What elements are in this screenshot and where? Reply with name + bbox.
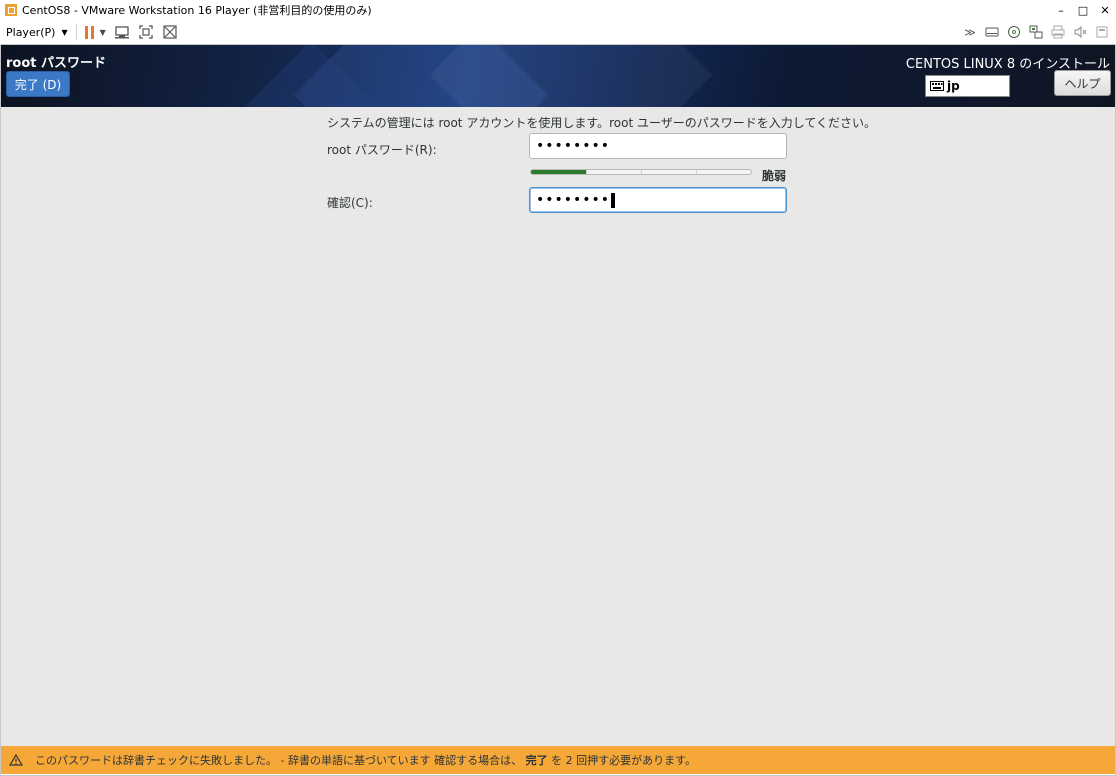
vmware-app-icon <box>5 4 17 16</box>
header-decoration <box>429 45 713 107</box>
text-cursor <box>611 192 616 208</box>
toolbar-divider <box>75 24 77 40</box>
spoke-content: システムの管理には root アカウントを使用します。root ユーザーのパスワ… <box>1 107 1115 746</box>
minimize-button[interactable]: – <box>1050 0 1072 20</box>
root-password-input[interactable]: •••••••• <box>529 133 787 159</box>
window-title: CentOS8 - VMware Workstation 16 Player (… <box>22 4 372 17</box>
maximize-button[interactable]: □ <box>1072 0 1094 20</box>
pause-button[interactable]: ▼ <box>84 25 106 39</box>
network-icon[interactable] <box>1028 24 1044 40</box>
chevron-down-icon: ▼ <box>61 27 68 37</box>
help-button[interactable]: ヘルプ <box>1054 70 1111 96</box>
vmware-toolbar: Player(P) ▼ ▼ ≫ <box>0 20 1116 45</box>
warning-text-done: 完了 <box>525 754 548 767</box>
message-icon[interactable] <box>1094 24 1110 40</box>
strength-segment <box>641 170 642 174</box>
pause-icon <box>84 25 94 39</box>
page-title: root パスワード <box>6 56 107 71</box>
warning-bar: このパスワードは辞書チェックに失敗しました。 - 辞書の単語に基づいています 確… <box>1 746 1115 774</box>
player-menu[interactable]: Player(P) ▼ <box>6 26 68 39</box>
strength-segment <box>696 170 697 174</box>
installer-header: root パスワード 完了 (D) CENTOS LINUX 8 のインストール… <box>1 45 1115 107</box>
keyboard-layout-label: jp <box>947 79 960 93</box>
close-button[interactable]: ✕ <box>1094 0 1116 20</box>
sound-icon[interactable] <box>1072 24 1088 40</box>
strength-segment <box>586 170 587 174</box>
send-ctrl-alt-del-icon[interactable] <box>114 24 130 40</box>
fullscreen-icon[interactable] <box>138 24 154 40</box>
root-password-value: •••••••• <box>536 138 611 154</box>
keyboard-icon <box>930 81 944 91</box>
window-titlebar[interactable]: CentOS8 - VMware Workstation 16 Player (… <box>0 0 1116 20</box>
password-strength-label: 脆弱 <box>762 169 787 183</box>
done-button[interactable]: 完了 (D) <box>6 71 70 97</box>
warning-text-start: このパスワードは辞書チェックに失敗しました。 - 辞書の単語に基づいています 確… <box>35 754 523 767</box>
player-menu-label: Player(P) <box>6 25 56 39</box>
chevron-down-icon[interactable]: ▼ <box>100 28 106 37</box>
double-chevron-icon[interactable]: ≫ <box>962 24 978 40</box>
password-strength-bar <box>530 169 752 175</box>
unity-mode-icon[interactable] <box>162 24 178 40</box>
warning-text: このパスワードは辞書チェックに失敗しました。 - 辞書の単語に基づいています 確… <box>35 752 696 768</box>
password-strength-fill <box>531 170 586 174</box>
warning-text-end: を 2 回押す必要があります。 <box>551 754 697 767</box>
drive-icon[interactable] <box>984 24 1000 40</box>
warning-icon <box>9 754 23 766</box>
printer-icon[interactable] <box>1050 24 1066 40</box>
confirm-password-label: 確認(C): <box>327 196 373 210</box>
keyboard-layout-indicator[interactable]: jp <box>925 75 1010 97</box>
root-password-label: root パスワード(R): <box>327 143 437 157</box>
confirm-password-value: •••••••• <box>536 192 611 208</box>
confirm-password-input[interactable]: •••••••• <box>529 187 787 213</box>
cd-icon[interactable] <box>1006 24 1022 40</box>
intro-text: システムの管理には root アカウントを使用します。root ユーザーのパスワ… <box>327 116 877 130</box>
